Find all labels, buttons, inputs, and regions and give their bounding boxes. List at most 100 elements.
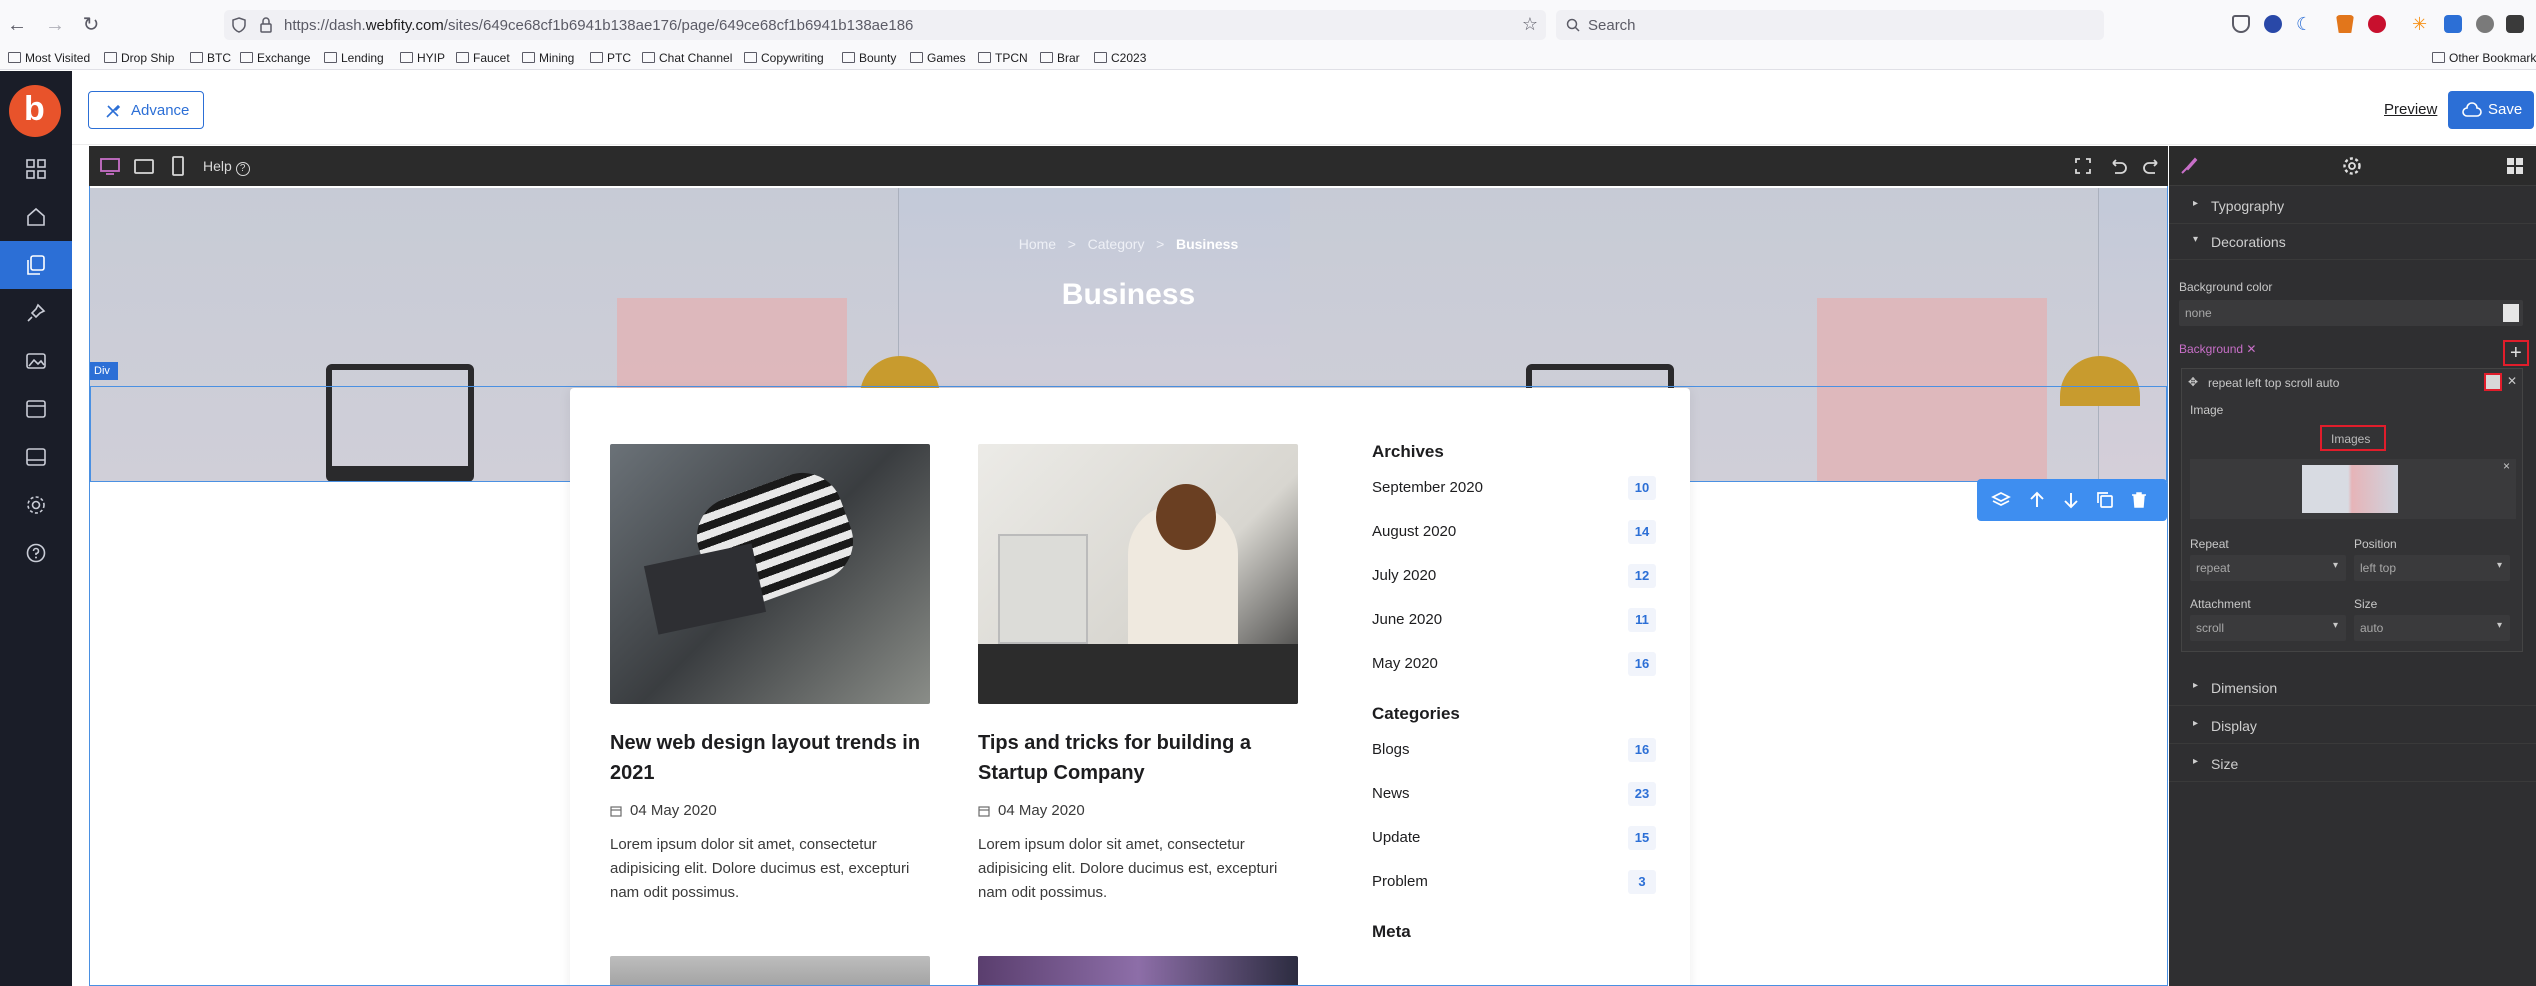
fullscreen-icon[interactable] (2072, 155, 2094, 177)
forward-icon[interactable]: → (44, 14, 66, 36)
attachment-select[interactable]: scroll ▾ (2190, 615, 2346, 641)
app-logo[interactable] (9, 85, 61, 137)
bookmark-games[interactable]: Games (910, 51, 966, 65)
post-image[interactable] (978, 444, 1298, 704)
section-size[interactable]: ▸ Size (2169, 746, 2536, 782)
bookmark-brar[interactable]: Brar (1040, 51, 1080, 65)
category-item[interactable]: Blogs 16 (1372, 738, 1656, 782)
bookmark-star-icon[interactable]: ☆ (1522, 14, 1538, 35)
back-icon[interactable]: ← (6, 14, 28, 36)
sidebar-item-media[interactable] (0, 337, 72, 385)
post-title[interactable]: Tips and tricks for building a Startup C… (978, 728, 1298, 788)
content-card[interactable]: New web design layout trends in 2021 04 … (570, 388, 1690, 985)
position-select[interactable]: left top ▾ (2354, 555, 2510, 581)
post-image[interactable] (978, 956, 1298, 985)
breadcrumb-category[interactable]: Category (1088, 236, 1145, 252)
pocket-icon[interactable] (2232, 15, 2250, 33)
bookmark-drop-ship[interactable]: Drop Ship (104, 51, 174, 65)
archive-item[interactable]: September 2020 10 (1372, 476, 1656, 520)
sidebar-item-help[interactable] (0, 529, 72, 577)
image-preview-box[interactable]: × (2190, 459, 2516, 519)
archive-item[interactable]: May 2020 16 (1372, 652, 1656, 696)
url-text[interactable]: https://dash.webfity.com/sites/649ce68cf… (284, 17, 913, 34)
archive-item[interactable]: July 2020 12 (1372, 564, 1656, 608)
metamask-icon[interactable] (2336, 15, 2354, 33)
size-select[interactable]: auto ▾ (2354, 615, 2510, 641)
sidebar-item-dashboard[interactable] (0, 145, 72, 193)
clear-background-icon[interactable]: ✕ (2246, 342, 2256, 356)
arrow-down-icon[interactable] (2061, 490, 2081, 510)
search-input[interactable]: Search (1556, 10, 2104, 40)
archive-item[interactable]: August 2020 14 (1372, 520, 1656, 564)
advance-button[interactable]: Advance (88, 91, 204, 129)
section-display[interactable]: ▸ Display (2169, 708, 2536, 744)
extension-p-icon[interactable] (2444, 15, 2462, 33)
category-item[interactable]: Problem 3 (1372, 870, 1656, 914)
bookmark-mining[interactable]: Mining (522, 51, 574, 65)
post-card[interactable]: Tips and tricks for building a Startup C… (978, 444, 1298, 905)
category-item[interactable]: Update 15 (1372, 826, 1656, 870)
remove-layer-icon[interactable]: ✕ (2507, 374, 2517, 388)
bookmark-lending[interactable]: Lending (324, 51, 384, 65)
extension-red-icon[interactable] (2368, 15, 2386, 33)
post-card[interactable]: New web design layout trends in 2021 04 … (610, 444, 930, 905)
sidebar-item-screen[interactable] (0, 433, 72, 481)
breadcrumb-home[interactable]: Home (1019, 236, 1056, 252)
extension-dark-icon[interactable] (2506, 15, 2524, 33)
bookmark-faucet[interactable]: Faucet (456, 51, 510, 65)
background-layer[interactable]: ✥ repeat left top scroll auto ✕ Image Im… (2181, 368, 2523, 652)
bookmark-copywriting[interactable]: Copywriting (744, 51, 824, 65)
drag-handle-icon[interactable]: ✥ (2188, 375, 2198, 389)
sidebar-item-settings[interactable] (0, 481, 72, 529)
sidebar-item-pages[interactable] (0, 241, 72, 289)
preview-link[interactable]: Preview (2384, 101, 2437, 118)
remove-image-icon[interactable]: × (2503, 459, 2510, 473)
help-button[interactable]: Help ? (203, 158, 250, 176)
sidebar-item-home[interactable] (0, 193, 72, 241)
extension-moon-icon[interactable]: ☾ (2296, 15, 2314, 33)
sidebar-item-pin[interactable] (0, 289, 72, 337)
tab-settings[interactable] (2342, 156, 2362, 176)
post-image[interactable] (610, 956, 930, 985)
mobile-view-icon[interactable] (167, 155, 189, 177)
undo-icon[interactable] (2107, 155, 2129, 177)
color-swatch[interactable] (2503, 304, 2519, 322)
repeat-select[interactable]: repeat ▾ (2190, 555, 2346, 581)
tab-blocks[interactable] (2505, 156, 2525, 176)
tab-style-manager[interactable] (2179, 156, 2199, 176)
save-button[interactable]: Save (2448, 91, 2534, 129)
layer-preview-toggle[interactable] (2484, 373, 2502, 391)
bg-color-input[interactable]: none (2179, 300, 2523, 326)
duplicate-icon[interactable] (2095, 490, 2115, 510)
sidebar-item-layout[interactable] (0, 385, 72, 433)
layers-icon[interactable] (1991, 490, 2011, 510)
extension-blue-icon[interactable] (2264, 15, 2282, 33)
desktop-view-icon[interactable] (99, 155, 121, 177)
section-decorations[interactable]: ▾ Decorations (2169, 224, 2536, 260)
post-image[interactable] (610, 444, 930, 704)
bookmark-most-visited[interactable]: Most Visited (8, 51, 90, 65)
url-bar[interactable]: https://dash.webfity.com/sites/649ce68cf… (224, 10, 1546, 40)
redo-icon[interactable] (2141, 155, 2163, 177)
bookmark-c2023[interactable]: C2023 (1094, 51, 1146, 65)
bookmark-ptc[interactable]: PTC (590, 51, 631, 65)
bookmark-other[interactable]: Other Bookmarks (2432, 51, 2536, 65)
post-title[interactable]: New web design layout trends in 2021 (610, 728, 930, 788)
section-typography[interactable]: ▸ Typography (2169, 188, 2536, 224)
tablet-view-icon[interactable] (133, 155, 155, 177)
reload-icon[interactable]: ↻ (80, 14, 102, 36)
archive-item[interactable]: June 2020 11 (1372, 608, 1656, 652)
bookmark-hyip[interactable]: HYIP (400, 51, 445, 65)
arrow-up-icon[interactable] (2027, 490, 2047, 510)
section-dimension[interactable]: ▸ Dimension (2169, 670, 2536, 706)
extension-orange-icon[interactable]: ✳ (2412, 15, 2430, 33)
extension-gray-icon[interactable] (2476, 15, 2494, 33)
bookmark-exchange[interactable]: Exchange (240, 51, 310, 65)
add-background-layer-button[interactable]: + (2503, 340, 2529, 366)
bookmark-btc[interactable]: BTC (190, 51, 231, 65)
category-item[interactable]: News 23 (1372, 782, 1656, 826)
images-button[interactable]: Images (2320, 425, 2386, 451)
bookmark-tpcn[interactable]: TPCN (978, 51, 1028, 65)
trash-icon[interactable] (2129, 490, 2149, 510)
editor-canvas[interactable]: Home > Category > Business Business Div … (89, 186, 2168, 986)
